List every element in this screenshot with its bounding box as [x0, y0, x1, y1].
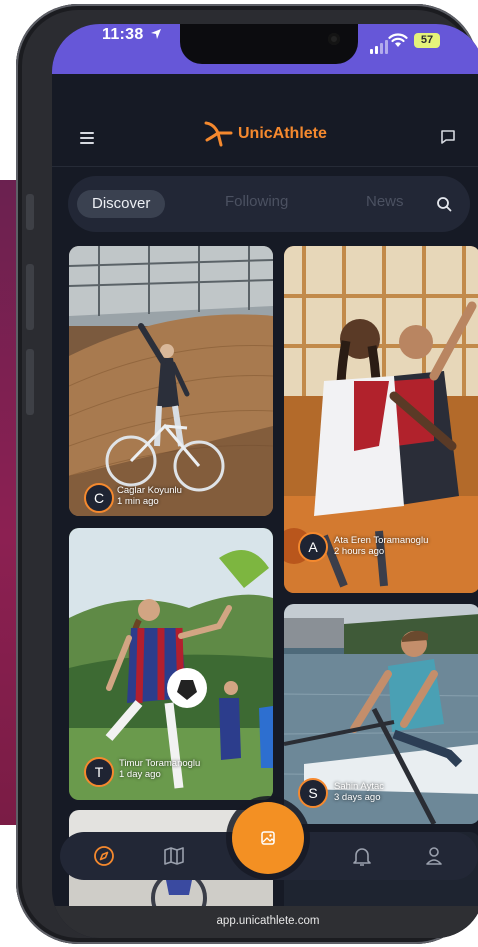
wifi-icon	[388, 33, 408, 47]
post-photo-cycling	[69, 246, 273, 516]
status-time: 11:38	[102, 26, 144, 43]
author-name[interactable]: Caglar Koyunlu	[117, 485, 182, 496]
author-name[interactable]: Ata Eren Toramanoglu	[334, 535, 428, 546]
app-logo: UnicAthlete	[204, 120, 327, 148]
feed-tabs: Discover Following News	[68, 176, 470, 232]
feed-card[interactable]: S Sahin Aytac 3 days ago	[284, 604, 478, 824]
feed-card[interactable]: C Caglar Koyunlu 1 min ago	[69, 246, 273, 516]
post-meta: Sahin Aytac 3 days ago	[334, 781, 384, 803]
chat-icon[interactable]	[440, 129, 456, 145]
avatar[interactable]: S	[298, 778, 328, 808]
bell-icon[interactable]	[350, 844, 374, 868]
camera-icon	[328, 33, 340, 45]
upload-image-button[interactable]	[232, 802, 304, 874]
tab-following[interactable]: Following	[225, 193, 288, 210]
unicathlete-logo-icon	[204, 121, 233, 147]
feed-card[interactable]: A Ata Eren Toramanoglu 2 hours ago	[284, 246, 478, 593]
map-icon[interactable]	[162, 844, 186, 868]
app-header: UnicAthlete	[52, 74, 478, 167]
signal-icon	[370, 40, 388, 54]
image-icon	[261, 831, 275, 845]
post-time: 1 min ago	[117, 496, 159, 507]
post-time: 1 day ago	[119, 769, 161, 780]
avatar[interactable]: C	[84, 483, 114, 513]
volume-up-button	[26, 264, 34, 330]
author-name[interactable]: Sahin Aytac	[334, 781, 384, 792]
volume-down-button	[26, 349, 34, 415]
menu-icon[interactable]	[80, 132, 94, 144]
user-icon[interactable]	[422, 844, 446, 868]
app-title: UnicAthlete	[238, 125, 327, 142]
compass-icon[interactable]	[92, 844, 116, 868]
avatar[interactable]: A	[298, 532, 328, 562]
tab-discover[interactable]: Discover	[77, 190, 166, 218]
feed-card[interactable]: T Timur Toramanoglu 1 day ago	[69, 528, 273, 800]
avatar[interactable]: T	[84, 757, 114, 787]
battery-icon: 57	[414, 33, 440, 48]
post-time: 3 days ago	[334, 792, 381, 803]
phone-frame: 11:38 57 UnicAthlete Discover Following …	[16, 4, 478, 944]
tab-news[interactable]: News	[366, 193, 404, 210]
browser-url-bar[interactable]: app.unicathlete.com	[52, 906, 478, 938]
post-meta: Ata Eren Toramanoglu 2 hours ago	[334, 535, 428, 557]
status-bar: 11:38 57	[52, 24, 478, 74]
notch	[180, 24, 358, 64]
author-name[interactable]: Timur Toramanoglu	[119, 758, 200, 769]
app-screen: 11:38 57 UnicAthlete Discover Following …	[52, 24, 478, 938]
search-icon[interactable]	[434, 194, 454, 214]
post-time: 2 hours ago	[334, 546, 385, 557]
post-meta: Caglar Koyunlu 1 min ago	[117, 485, 182, 507]
location-arrow-icon	[151, 29, 161, 39]
post-meta: Timur Toramanoglu 1 day ago	[119, 758, 200, 780]
mute-switch	[26, 194, 34, 230]
